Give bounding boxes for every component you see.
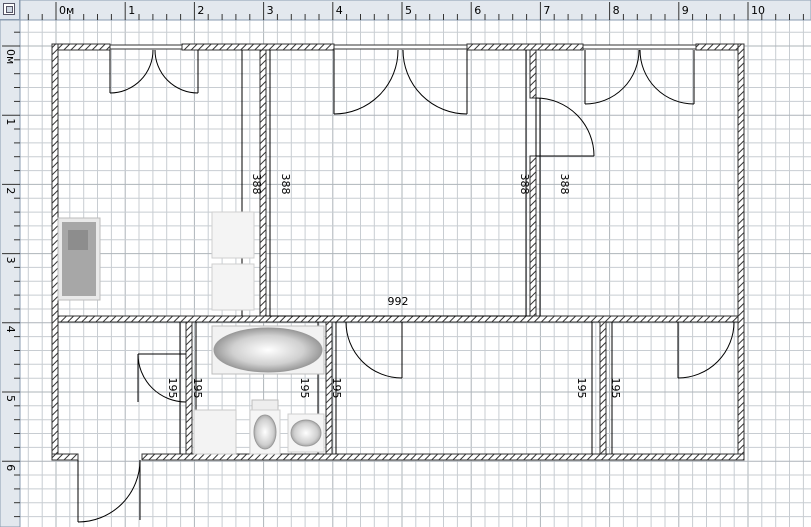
ruler-y-label: 3 (4, 257, 17, 264)
window-1[interactable] (109, 44, 183, 50)
dim-label: 195 (575, 378, 588, 399)
ruler-x-label: 10 (751, 4, 765, 17)
toilet[interactable] (249, 399, 281, 455)
cabinet-lower[interactable] (211, 263, 255, 311)
dim-label: 195 (330, 378, 343, 399)
ruler-x-label: 3 (267, 4, 274, 17)
ruler-y-label: 1 (4, 118, 17, 125)
dim-label: 388 (558, 174, 571, 195)
ruler-x-label: 2 (197, 4, 204, 17)
ruler-y-label: 5 (4, 395, 17, 402)
dim-label: 195 (609, 378, 622, 399)
ruler-corner-icon[interactable] (0, 0, 20, 20)
ruler-x-label: 8 (613, 4, 620, 17)
wall-bottom-b[interactable] (141, 453, 745, 461)
door-partition[interactable] (535, 97, 595, 157)
ruler-x-label: 9 (682, 4, 689, 17)
door-top-left-double[interactable] (109, 49, 199, 94)
exterior-walls[interactable] (51, 43, 745, 461)
dim-label: 195 (191, 378, 204, 399)
ruler-x-label: 4 (336, 4, 343, 17)
ruler-x-label: 5 (405, 4, 412, 17)
left-ruler[interactable]: 0м 1 2 3 4 5 6 (0, 19, 21, 527)
wall-top-left[interactable] (51, 43, 111, 51)
washing-machine[interactable] (193, 409, 237, 455)
wall-left[interactable] (51, 43, 59, 461)
window-2[interactable] (333, 44, 468, 50)
dim-label: 388 (518, 174, 531, 195)
dim-label: 388 (279, 174, 292, 195)
wall-room-right[interactable] (599, 321, 607, 455)
door-top-right-double[interactable] (584, 49, 695, 105)
dim-label: 195 (166, 378, 179, 399)
dim-label: 195 (298, 378, 311, 399)
wall-partition-2[interactable] (529, 49, 537, 99)
wall-top-mid-b[interactable] (466, 43, 584, 51)
doors[interactable] (77, 49, 735, 523)
grid (14, 20, 811, 527)
wall-top-mid-a[interactable] (181, 43, 335, 51)
ruler-y-label: 4 (4, 326, 17, 333)
door-entrance[interactable] (77, 459, 141, 523)
sink[interactable] (287, 413, 325, 453)
wall-right[interactable] (737, 43, 745, 461)
ruler-y-label: 0м (4, 49, 17, 64)
ruler-x-label: 0м (59, 4, 74, 17)
top-ruler[interactable]: 0м 1 2 3 4 5 6 7 8 9 10 (19, 0, 811, 21)
wall-bottom-a[interactable] (51, 453, 79, 461)
ruler-x-label: 6 (474, 4, 481, 17)
cabinet-upper[interactable] (211, 211, 255, 259)
interior-walls[interactable] (57, 49, 739, 455)
ruler-y-label: 2 (4, 187, 17, 194)
ruler-x-label: 1 (128, 4, 135, 17)
wall-top-right[interactable] (695, 43, 745, 51)
floor-plan-canvas[interactable]: 0м 1 2 3 4 5 6 7 8 9 10 0м 1 2 3 4 5 6 388 388… (0, 0, 811, 527)
dim-label: 388 (250, 174, 263, 195)
dim-label: 992 (388, 295, 409, 308)
bathtub[interactable] (211, 325, 325, 375)
ruler-y-label: 6 (4, 464, 17, 471)
ruler-x-label: 7 (543, 4, 550, 17)
window-3[interactable] (582, 44, 697, 50)
wall-corridor[interactable] (57, 315, 739, 323)
radiator[interactable] (57, 217, 101, 301)
